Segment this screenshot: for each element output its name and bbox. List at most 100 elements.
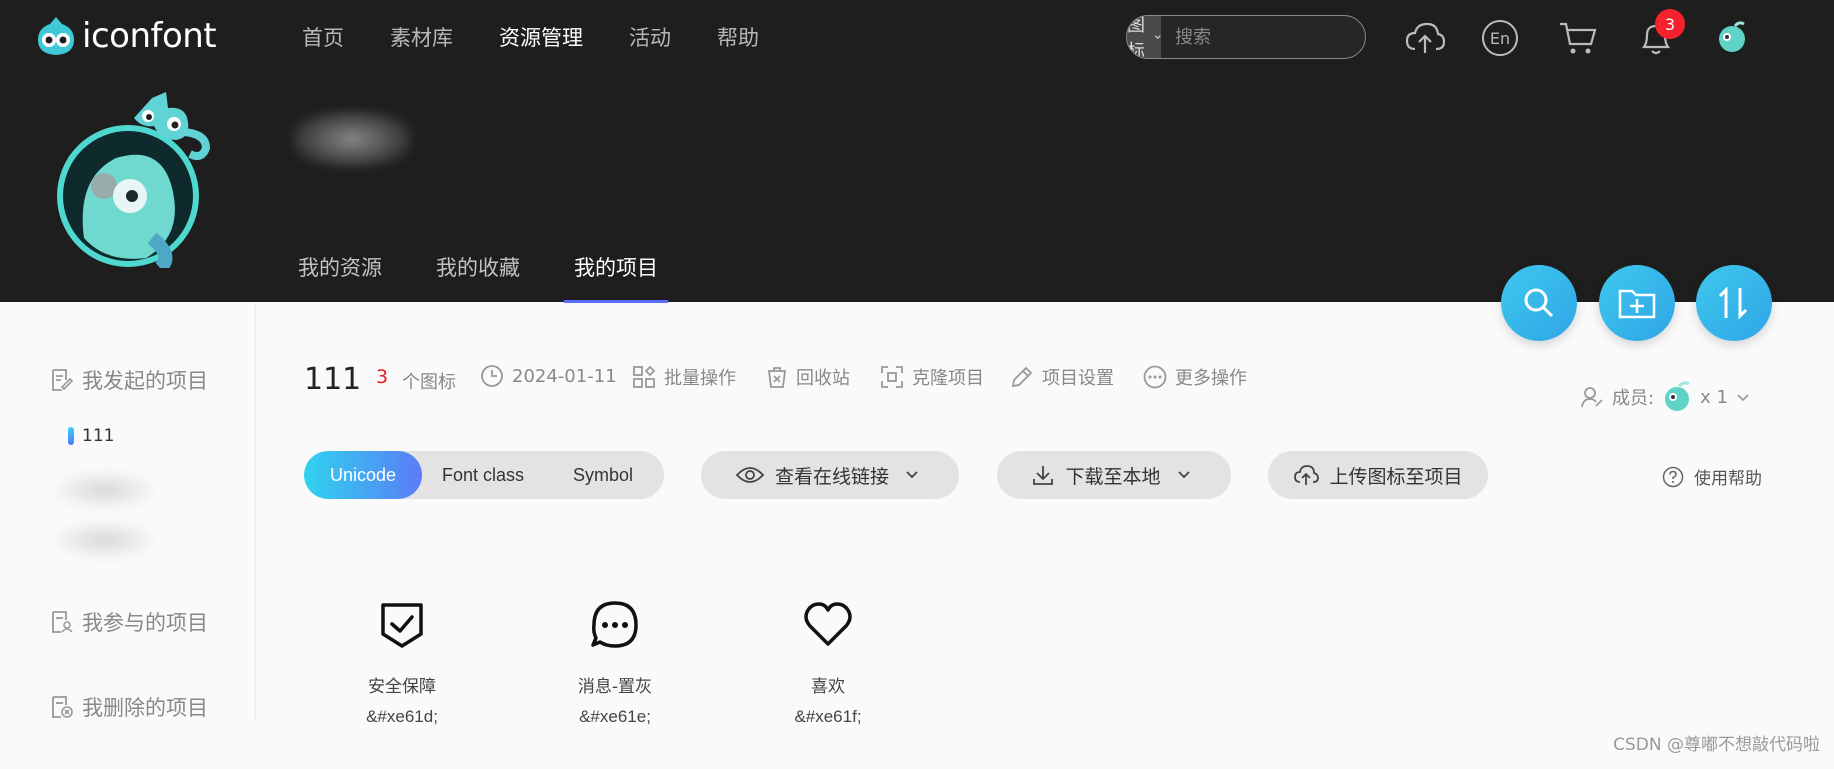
- project-title: 111: [304, 362, 362, 397]
- profile-avatar[interactable]: [56, 88, 216, 268]
- cart-button[interactable]: [1556, 16, 1600, 60]
- icon-name: 安全保障: [368, 677, 436, 697]
- chevron-down-icon: [1154, 35, 1161, 39]
- heart-icon: [804, 602, 852, 646]
- upload-button[interactable]: [1403, 16, 1447, 60]
- project-date-text: 2024-01-11: [512, 365, 617, 387]
- new-folder-icon: [1618, 289, 1656, 319]
- nav-materials[interactable]: 素材库: [390, 22, 453, 52]
- nav-home[interactable]: 首页: [302, 22, 344, 52]
- sidebar-joined-label: 我参与的项目: [82, 611, 208, 635]
- batch-operation-button[interactable]: 批量操作: [632, 364, 736, 390]
- sidebar-project-111[interactable]: 111: [68, 426, 114, 446]
- clone-icon: [881, 366, 903, 388]
- avatar-icon: [1719, 21, 1745, 52]
- upload-icons-label: 上传图标至项目: [1329, 465, 1463, 488]
- document-delete-icon: [52, 696, 73, 718]
- icon-name: 喜欢: [811, 677, 845, 697]
- sidebar-created-projects[interactable]: 我发起的项目: [50, 365, 208, 395]
- profile-tabs: 我的资源 我的收藏 我的项目: [298, 252, 712, 303]
- sidebar-deleted-projects[interactable]: 我删除的项目: [50, 692, 208, 722]
- recycle-bin-button[interactable]: 回收站: [766, 364, 850, 390]
- format-unicode[interactable]: Unicode: [304, 451, 422, 499]
- search-input[interactable]: [1161, 16, 1365, 58]
- project-settings-label: 项目设置: [1042, 368, 1114, 389]
- member-avatar: [1665, 381, 1690, 411]
- members-label: 成员:: [1612, 388, 1655, 409]
- icon-card[interactable]: 消息-置灰 &#xe61e;: [550, 600, 680, 727]
- project-members[interactable]: 成员: x 1: [1580, 380, 1750, 414]
- svg-text:En: En: [1490, 29, 1510, 48]
- icon-card[interactable]: 喜欢 &#xe61f;: [763, 600, 893, 727]
- eye-icon: [735, 467, 765, 483]
- user-avatar[interactable]: [1710, 16, 1754, 60]
- sort-icon: [1718, 286, 1748, 320]
- usage-help-link[interactable]: 使用帮助: [1662, 464, 1762, 489]
- main-nav: 首页 素材库 资源管理 活动 帮助: [302, 22, 805, 52]
- more-dots-icon: [1143, 365, 1167, 389]
- format-switch: Unicode Font class Symbol: [304, 451, 664, 499]
- chameleon-logo-icon: [38, 17, 74, 55]
- usage-help-label: 使用帮助: [1694, 469, 1762, 489]
- nav-help[interactable]: 帮助: [717, 22, 759, 52]
- upload-cloud-icon: [1294, 465, 1320, 485]
- format-font-class[interactable]: Font class: [422, 451, 544, 499]
- chevron-down-icon: [906, 471, 918, 479]
- upload-icons-button[interactable]: 上传图标至项目: [1268, 451, 1488, 499]
- tab-my-projects[interactable]: 我的项目: [564, 252, 668, 303]
- new-project-button[interactable]: [1599, 265, 1675, 341]
- batch-operation-label: 批量操作: [664, 368, 736, 389]
- search-project-button[interactable]: [1501, 265, 1577, 341]
- view-online-link-button[interactable]: 查看在线链接: [701, 451, 959, 499]
- search-type-label: 图标: [1127, 15, 1145, 59]
- question-circle-icon: [1662, 466, 1684, 487]
- clock-icon: [481, 365, 503, 387]
- download-local-label: 下载至本地: [1065, 465, 1161, 488]
- icon-code: &#xe61f;: [794, 707, 862, 726]
- pencil-icon: [1011, 366, 1033, 388]
- chevron-down-icon: [1177, 471, 1190, 479]
- sidebar-joined-projects[interactable]: 我参与的项目: [50, 607, 208, 637]
- nav-activities[interactable]: 活动: [629, 22, 671, 52]
- project-settings-button[interactable]: 项目设置: [1010, 364, 1114, 390]
- members-count: x 1: [1700, 386, 1728, 408]
- trash-icon: [767, 367, 787, 388]
- icon-card[interactable]: 安全保障 &#xe61d;: [337, 600, 467, 727]
- download-local-button[interactable]: 下载至本地: [997, 451, 1231, 499]
- icon-code: &#xe61d;: [366, 707, 438, 726]
- recycle-bin-label: 回收站: [796, 368, 850, 389]
- shield-check-icon: [381, 603, 423, 648]
- format-symbol[interactable]: Symbol: [544, 451, 662, 499]
- project-date: 2024-01-11: [480, 364, 617, 388]
- nav-resource-management[interactable]: 资源管理: [499, 22, 583, 52]
- icon-count-unit: 个图标: [402, 372, 456, 393]
- tab-my-favorites[interactable]: 我的收藏: [436, 252, 520, 302]
- search-icon: [1524, 288, 1554, 318]
- sidebar-project-name: 111: [82, 426, 115, 446]
- iconfont-logo[interactable]: iconfont: [34, 14, 217, 58]
- more-actions-label: 更多操作: [1175, 368, 1247, 389]
- download-icon: [1033, 466, 1054, 485]
- sort-button[interactable]: [1696, 265, 1772, 341]
- blurred-project-item[interactable]: [50, 520, 160, 560]
- clone-project-label: 克隆项目: [912, 368, 984, 389]
- brand-name: iconfont: [82, 16, 217, 56]
- icon-name: 消息-置灰: [577, 677, 653, 697]
- more-actions-button[interactable]: 更多操作: [1143, 364, 1247, 390]
- upload-cloud-icon: [1405, 22, 1445, 53]
- members-icon: [1581, 387, 1603, 408]
- language-toggle[interactable]: En: [1478, 16, 1522, 60]
- blurred-project-item[interactable]: [50, 470, 160, 510]
- username-blurred: [292, 110, 412, 168]
- search-type-select[interactable]: 图标: [1127, 16, 1161, 58]
- tab-my-resources[interactable]: 我的资源: [298, 252, 382, 302]
- document-user-icon: [52, 611, 73, 633]
- chat-bubble-icon: [591, 601, 638, 648]
- cart-icon: [1560, 22, 1597, 54]
- profile-header: iconfont 首页 素材库 资源管理 活动 帮助 图标 En 3: [0, 0, 1834, 303]
- search-box: 图标: [1126, 15, 1366, 59]
- clone-project-button[interactable]: 克隆项目: [880, 364, 984, 390]
- sidebar-deleted-label: 我删除的项目: [82, 696, 208, 720]
- chevron-down-icon: [1737, 394, 1749, 402]
- language-en-icon: En: [1482, 20, 1518, 56]
